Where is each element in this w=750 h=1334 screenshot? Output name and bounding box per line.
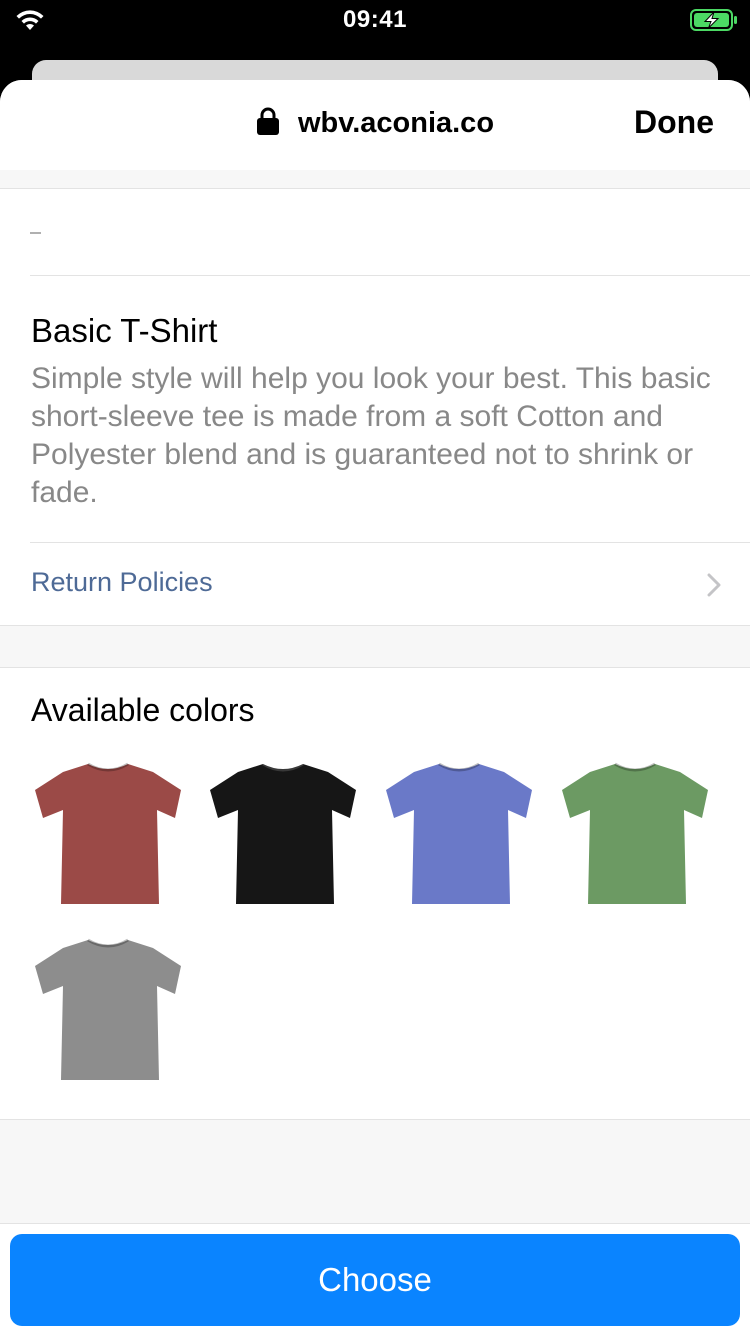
status-time: 09:41	[343, 6, 407, 33]
done-button[interactable]: Done	[634, 104, 714, 141]
color-swatch-gray[interactable]	[33, 936, 183, 1086]
return-policies-label: Return Policies	[31, 567, 213, 597]
browser-nav-bar: wbv.aconia.co Done	[0, 80, 750, 170]
color-swatch-blue[interactable]	[384, 760, 534, 910]
tshirt-icon	[562, 762, 708, 904]
available-colors-title: Available colors	[31, 692, 255, 728]
choose-button[interactable]: Choose	[10, 1234, 740, 1326]
url-text: wbv.aconia.co	[297, 107, 495, 139]
color-swatch-red[interactable]	[33, 760, 183, 910]
return-policies-row[interactable]: Return Policies	[0, 543, 750, 625]
top-separator	[0, 170, 750, 189]
chevron-right-icon	[707, 573, 721, 597]
battery-charging-icon	[690, 9, 737, 31]
color-swatch-black[interactable]	[208, 760, 358, 910]
placeholder-dash	[30, 232, 41, 234]
tshirt-icon	[35, 938, 181, 1080]
product-description: Simple style will help you look your bes…	[31, 362, 711, 509]
web-view-sheet: wbv.aconia.co Done Basic T-Shirt Simple …	[0, 80, 750, 1334]
tshirt-icon	[210, 762, 356, 904]
status-bar: 09:41	[0, 0, 750, 40]
color-swatch-green[interactable]	[560, 760, 710, 910]
lock-icon	[256, 107, 279, 135]
placeholder-row	[30, 188, 750, 276]
tshirt-icon	[386, 762, 532, 904]
product-title: Basic T-Shirt	[31, 312, 218, 349]
bottom-separator	[0, 1119, 750, 1224]
section-separator	[0, 625, 750, 668]
tshirt-icon	[35, 762, 181, 904]
